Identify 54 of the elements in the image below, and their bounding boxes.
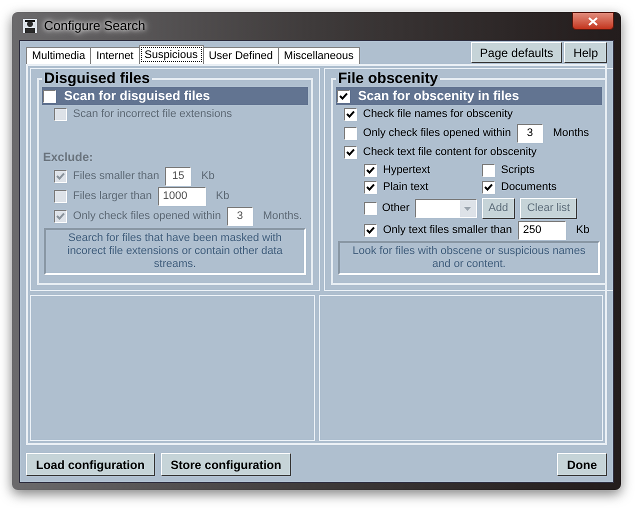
close-button[interactable] [572, 12, 614, 30]
tab[interactable]: Multimedia [26, 47, 92, 64]
option-label: Only check files opened within [73, 208, 221, 224]
option-label: Hypertext [383, 163, 430, 178]
checkbox[interactable] [43, 90, 56, 102]
caret-icon [464, 206, 472, 210]
option-label: Only text files smaller than [383, 223, 512, 238]
checkbox[interactable] [337, 90, 350, 102]
number-field[interactable]: 250 [518, 221, 566, 240]
tab[interactable]: Suspicious [138, 45, 204, 64]
dropdown[interactable] [414, 199, 477, 218]
checkbox[interactable] [344, 127, 357, 140]
section-header-label: Scan for obscenity in files [358, 87, 520, 106]
option-label: Files smaller than [73, 168, 160, 184]
unit-label: Kb [216, 188, 230, 204]
unit-label: Kb [201, 168, 215, 184]
option-label: Check text file content for obscenity [363, 145, 537, 160]
exclude-label: Exclude: [42, 149, 94, 166]
group-title: Disguised files [43, 71, 151, 87]
checkbox[interactable] [364, 202, 377, 215]
button[interactable]: Load configuration [26, 453, 155, 476]
unit-label: Months [552, 126, 590, 142]
option-label: Only check files opened within [363, 126, 511, 142]
number-field[interactable]: 3 [516, 124, 543, 143]
checkbox[interactable] [482, 181, 495, 194]
option-label: Plain text [383, 180, 428, 196]
close-icon [588, 16, 598, 26]
checkbox[interactable] [344, 108, 357, 121]
button[interactable]: Page defaults [470, 42, 562, 63]
option-label: Documents [501, 180, 557, 196]
tab[interactable]: Internet [90, 47, 140, 64]
app-icon [22, 18, 38, 34]
option-label: Scan for incorrect file extensions [73, 107, 232, 122]
checkbox[interactable] [344, 146, 357, 159]
checkbox[interactable] [482, 164, 495, 177]
button[interactable]: Store configuration [160, 453, 292, 476]
checkbox[interactable] [364, 224, 377, 237]
button[interactable]: Help [564, 42, 607, 63]
option-label: Scripts [501, 163, 535, 178]
window-title: Configure Search [44, 17, 146, 36]
checkbox[interactable] [364, 164, 377, 177]
option-label: Files larger than [73, 188, 152, 204]
group-title: File obscenity [337, 71, 440, 87]
description-box: Search for files that have been masked with incorect file extensions or contain other data streams. [44, 228, 306, 275]
checkbox[interactable] [364, 181, 377, 194]
unit-label: Months. [262, 208, 302, 224]
tab[interactable]: User Defined [202, 47, 279, 64]
option-label: Check file names for obscenity [363, 107, 513, 122]
button[interactable]: Done [557, 453, 607, 476]
option-label: Other [382, 201, 410, 216]
section-header-label: Scan for disguised files [64, 87, 210, 106]
tab[interactable]: Miscellaneous [278, 47, 360, 64]
unit-label: Kb [576, 223, 590, 238]
description-box: Look for files with obscene or suspicious names and or content. [338, 241, 600, 275]
